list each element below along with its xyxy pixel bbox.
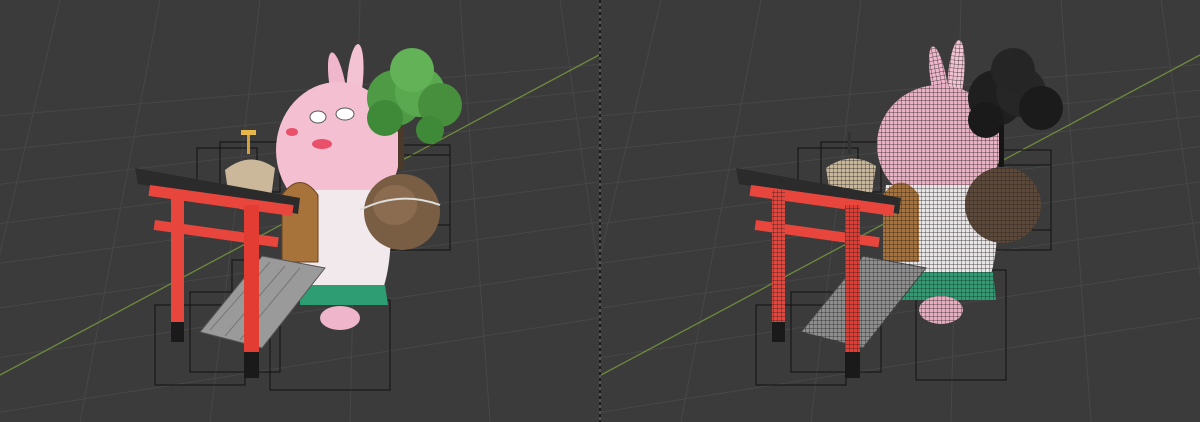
stairs-wireframe bbox=[800, 255, 927, 349]
viewport-solid-canvas[interactable] bbox=[0, 0, 599, 422]
blender-3d-editor bbox=[0, 0, 1200, 422]
rock-wireframe bbox=[965, 167, 1041, 243]
door-wireframe bbox=[883, 182, 919, 262]
viewport-wireframe[interactable] bbox=[601, 0, 1200, 422]
viewport-solid[interactable] bbox=[0, 0, 599, 422]
viewport-wireframe-canvas[interactable] bbox=[601, 0, 1200, 422]
wooden-door bbox=[281, 182, 319, 263]
